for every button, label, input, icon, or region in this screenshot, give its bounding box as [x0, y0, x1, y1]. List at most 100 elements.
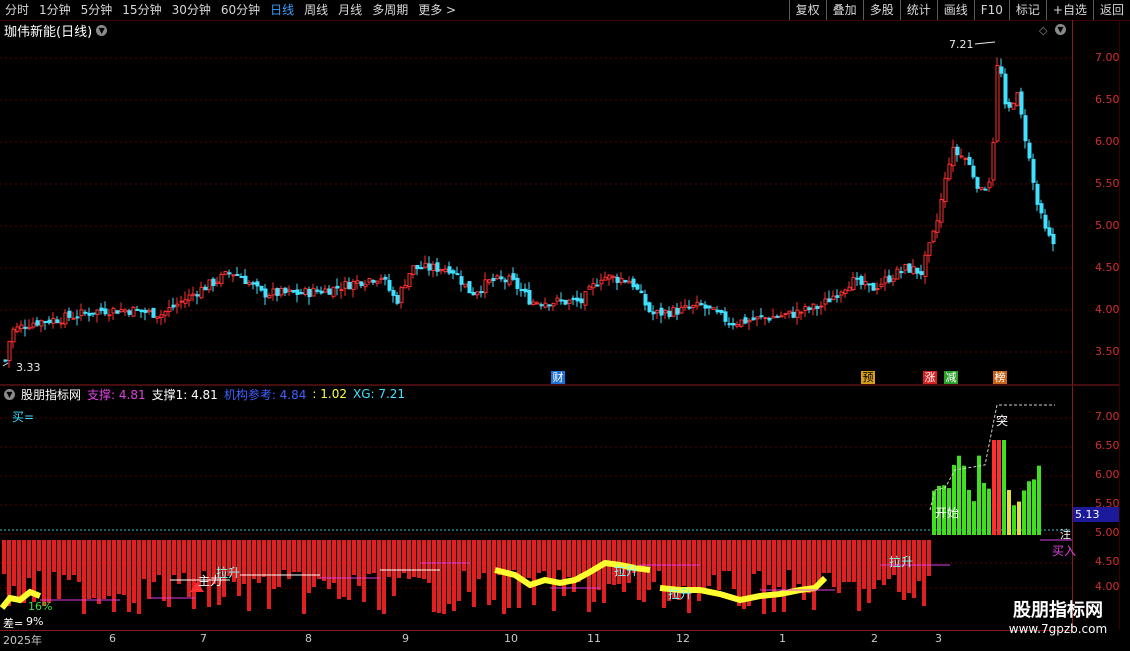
candle-body	[763, 317, 768, 320]
add-watchlist-button[interactable]: +自选	[1045, 0, 1093, 20]
candle-body	[191, 293, 196, 296]
indicator-bar	[957, 455, 961, 535]
mark-button[interactable]: 标记	[1008, 0, 1046, 20]
indicator-bar	[252, 540, 256, 579]
candle-body	[979, 187, 984, 190]
indicator-tick: 4.50	[1095, 555, 1120, 568]
tab-monthly[interactable]: 月线	[333, 0, 367, 20]
candle-body	[999, 66, 1004, 74]
candle-body	[643, 294, 648, 306]
price-axis: 7.00 6.50 6.00 5.50 5.00 4.50 4.00 3.50	[1072, 20, 1120, 385]
label-pct-2: 9%	[26, 615, 44, 628]
label-pct-1: 16%	[28, 600, 53, 613]
tab-fenshi[interactable]: 分时	[0, 0, 34, 20]
candle-body	[107, 314, 112, 317]
indicator-bar	[147, 540, 151, 599]
indicator-bar	[352, 540, 356, 575]
options-circle-icon[interactable]: ▼	[1055, 24, 1066, 35]
candle-body	[39, 320, 44, 327]
candle-body	[879, 283, 884, 288]
tab-1min[interactable]: 1分钟	[34, 0, 76, 20]
candle-body	[371, 279, 376, 283]
candle-body	[803, 306, 808, 311]
indicator-bar	[397, 540, 401, 578]
candle-body	[59, 322, 64, 325]
candle-body	[27, 326, 32, 330]
candle-body	[851, 277, 856, 290]
indicator-bar	[437, 540, 441, 613]
indicator-name[interactable]: 股朋指标网	[21, 386, 81, 403]
indicator-bar	[692, 540, 696, 587]
f10-button[interactable]: F10	[973, 0, 1009, 20]
candle-body	[667, 310, 672, 317]
candle-body	[743, 317, 748, 324]
draw-line-button[interactable]: 画线	[936, 0, 974, 20]
tab-multi-period[interactable]: 多周期	[367, 0, 413, 20]
tab-more[interactable]: 更多 >	[413, 0, 461, 20]
label-zhu: 注	[1060, 528, 1071, 541]
candle-body	[335, 285, 340, 289]
event-marker-list[interactable]: 榜	[993, 371, 1007, 384]
indicator-bar	[242, 540, 246, 584]
candle-body	[15, 326, 20, 332]
candle-body	[495, 275, 500, 280]
candle-body	[883, 276, 888, 284]
overlay-button[interactable]: 叠加	[825, 0, 863, 20]
candle-body	[175, 303, 180, 307]
candle-body	[579, 298, 584, 304]
statistics-button[interactable]: 统计	[899, 0, 937, 20]
candle-body	[415, 264, 420, 270]
candle-body	[767, 317, 772, 321]
tab-60min[interactable]: 60分钟	[216, 0, 265, 20]
candle-body	[975, 177, 980, 189]
multi-stock-button[interactable]: 多股	[862, 0, 900, 20]
tab-daily[interactable]: 日线	[265, 0, 299, 20]
candle-body	[807, 307, 812, 311]
indicator-bar	[97, 540, 101, 604]
candle-body	[159, 314, 164, 318]
candle-body	[1011, 102, 1016, 110]
candle-body	[491, 277, 496, 282]
chevron-down-icon[interactable]: ▼	[4, 388, 15, 400]
tab-weekly[interactable]: 周线	[299, 0, 333, 20]
candle-body	[231, 274, 236, 277]
candle-body	[915, 267, 920, 274]
tab-15min[interactable]: 15分钟	[117, 0, 166, 20]
diamond-icon[interactable]: ◇	[1039, 24, 1047, 37]
restore-rights-button[interactable]: 复权	[788, 0, 826, 20]
candle-body	[943, 177, 948, 202]
candle-body	[127, 310, 132, 315]
indicator-bar	[247, 540, 251, 611]
indicator-bar	[52, 540, 56, 572]
candle-body	[987, 181, 992, 189]
event-marker-limit-up[interactable]: 涨	[923, 371, 937, 384]
candle-body	[455, 273, 460, 276]
candle-body	[167, 307, 172, 312]
candle-body	[383, 276, 388, 280]
candle-body	[939, 198, 944, 223]
tab-5min[interactable]: 5分钟	[76, 0, 118, 20]
indicator-bar	[522, 540, 526, 578]
indicator-bar	[167, 540, 171, 607]
event-marker-finance[interactable]: 财	[551, 371, 565, 384]
indicator-bar	[502, 540, 506, 614]
event-marker-reduce[interactable]: 减	[944, 371, 958, 384]
indicator-bar	[477, 540, 481, 579]
indicator-bar	[842, 540, 846, 582]
candle-body	[115, 310, 120, 314]
candle-body	[239, 276, 244, 279]
indicator-bar	[572, 540, 576, 592]
indicator-bar	[902, 540, 906, 600]
indicator-bar	[882, 540, 886, 585]
indicator-bar	[567, 540, 571, 577]
indicator-bar	[587, 540, 591, 612]
chevron-down-icon[interactable]: ▼	[96, 24, 108, 36]
tab-30min[interactable]: 30分钟	[167, 0, 216, 20]
candle-body	[899, 271, 904, 274]
candle-body	[3, 359, 8, 362]
indicator-bar	[972, 501, 976, 535]
candle-body	[771, 316, 776, 319]
back-button[interactable]: 返回	[1092, 0, 1130, 20]
indicator-bar	[707, 540, 711, 586]
event-marker-forecast[interactable]: 预	[861, 371, 875, 384]
